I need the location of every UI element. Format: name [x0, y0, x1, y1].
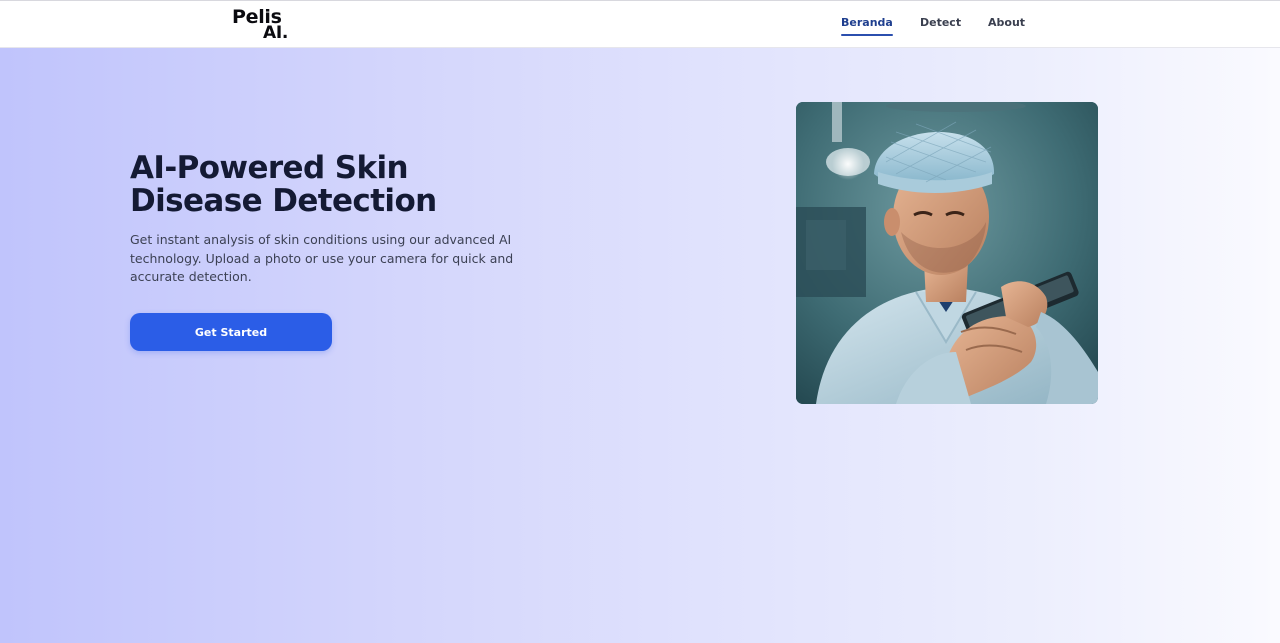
hero-title: AI-Powered Skin Disease Detection — [130, 152, 550, 218]
hero-image-doctor — [796, 102, 1098, 404]
doctor-illustration — [796, 102, 1098, 404]
page: Pelis AI. Beranda Detect About AI-Powere… — [0, 0, 1280, 643]
hero-description: Get instant analysis of skin conditions … — [130, 232, 514, 284]
nav-link-detect[interactable]: Detect — [920, 16, 961, 30]
main-nav: Beranda Detect About — [0, 16, 1280, 38]
get-started-button[interactable]: Get Started — [130, 313, 332, 351]
hero-section: AI-Powered Skin Disease Detection Get in… — [0, 48, 1280, 643]
hero-title-line1: AI-Powered Skin — [130, 150, 409, 186]
hero-title-line2: Disease Detection — [130, 183, 437, 219]
navbar: Pelis AI. Beranda Detect About — [0, 0, 1280, 48]
nav-link-about[interactable]: About — [988, 16, 1025, 30]
nav-link-beranda[interactable]: Beranda — [841, 16, 893, 36]
